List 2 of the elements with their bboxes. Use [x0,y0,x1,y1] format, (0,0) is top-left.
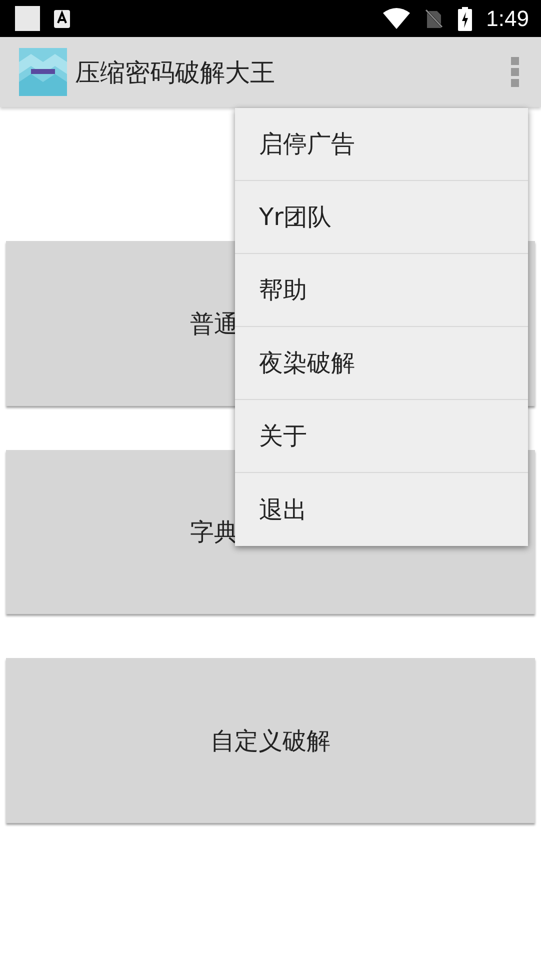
app-title: 压缩密码破解大王 [75,56,276,88]
clock-time: 1:49 [486,6,529,32]
